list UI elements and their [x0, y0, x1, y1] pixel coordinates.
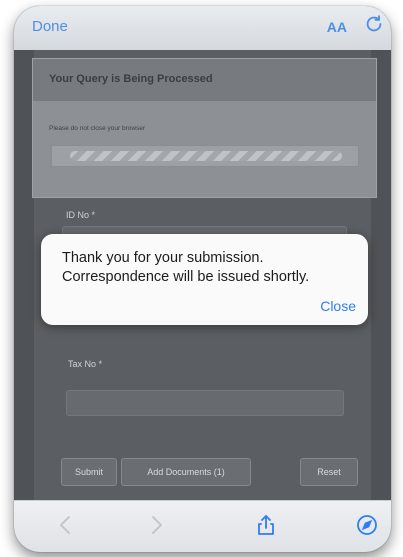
processing-modal: Your Query is Being Processed Please do …	[32, 58, 377, 198]
alert-message-line-1: Thank you for your submission.	[62, 250, 264, 266]
compass-icon[interactable]	[355, 513, 379, 537]
processing-subtitle: Please do not close your browser	[49, 125, 146, 132]
progress-track	[51, 145, 359, 167]
done-button[interactable]: Done	[32, 18, 68, 35]
alert-close-button[interactable]: Close	[320, 298, 356, 314]
submission-alert: Thank you for your submission. Correspon…	[41, 234, 368, 325]
progress-bar	[70, 151, 342, 161]
reset-button[interactable]: Reset	[300, 458, 358, 486]
forward-icon[interactable]	[144, 513, 168, 537]
submit-button[interactable]: Submit	[61, 458, 117, 486]
alert-message-line-2: Correspondence will be issued shortly.	[62, 269, 310, 285]
processing-modal-header: Your Query is Being Processed	[33, 59, 376, 102]
text-size-button[interactable]: AA	[327, 19, 347, 35]
tax-number-label: Tax No *	[68, 359, 103, 369]
back-icon[interactable]	[54, 513, 78, 537]
processing-title: Your Query is Being Processed	[49, 73, 213, 85]
safari-bottom-bar	[14, 500, 391, 552]
reload-icon[interactable]	[363, 13, 385, 35]
share-icon[interactable]	[254, 513, 278, 537]
add-documents-button[interactable]: Add Documents (1)	[121, 458, 251, 486]
safari-top-bar: Done AA	[14, 6, 391, 50]
phone-screen: Done AA ID No * Tax No * Submit Add Docu…	[14, 6, 391, 552]
tax-number-input[interactable]	[66, 390, 344, 416]
id-number-label: ID No *	[66, 210, 96, 220]
